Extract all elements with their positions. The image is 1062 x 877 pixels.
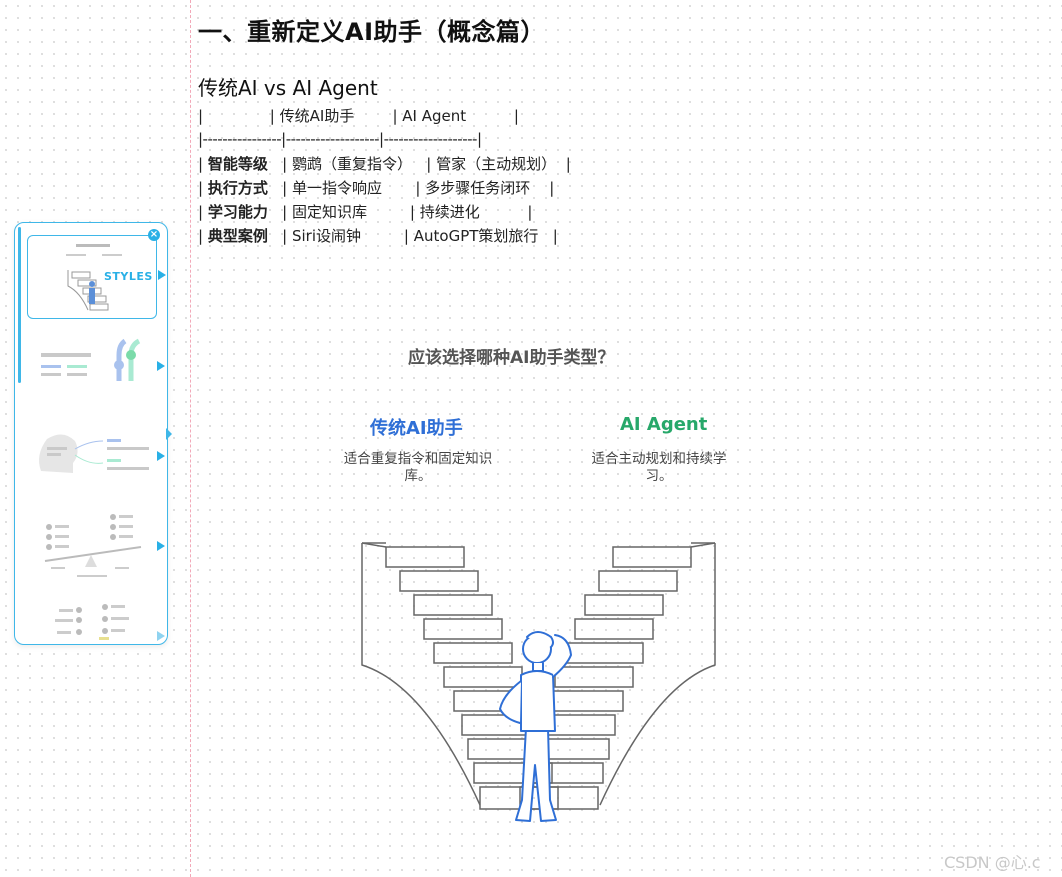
head-thumbnail-icon — [39, 434, 149, 473]
style-thumbnail[interactable] — [27, 415, 165, 497]
table-row: | 典型案例 | Siri设闹钟 | AutoGPT策划旅行 | — [198, 227, 558, 245]
style-panel: STYLES — [14, 222, 168, 645]
styles-label: STYLES — [104, 270, 153, 283]
row-label: 学习能力 — [207, 203, 268, 221]
style-thumbnail[interactable] — [27, 325, 165, 407]
table-row: | 执行方式 | 单一指令响应 | 多步骤任务闭环 | — [198, 179, 555, 197]
page-margin-guide — [190, 0, 191, 877]
paths-thumbnail-icon — [41, 338, 141, 381]
next-arrow-icon — [157, 631, 165, 641]
close-icon[interactable]: × — [148, 229, 160, 241]
option-agent-title: AI Agent — [620, 414, 708, 435]
row-cell: 鹦鹉（重复指令） — [291, 155, 412, 173]
style-thumbnail-selected[interactable]: STYLES — [27, 235, 166, 319]
section-subtitle: 传统AI vs AI Agent — [198, 76, 378, 100]
next-arrow-icon — [157, 361, 165, 371]
table-header-line: | | 传统AI助手 | AI Agent | — [198, 107, 519, 125]
row-label: 典型案例 — [207, 227, 268, 245]
row-cell: 持续进化 — [419, 203, 480, 221]
row-cell: 管家（主动规划） — [436, 155, 557, 173]
style-thumbnail[interactable] — [27, 505, 165, 587]
option-agent-desc: 适合主动规划和持续学习。 — [591, 451, 727, 484]
panel-scrollbar[interactable] — [18, 227, 21, 383]
person-at-two-staircases-icon — [361, 542, 716, 822]
row-label: 执行方式 — [207, 179, 268, 197]
option-traditional-title: 传统AI助手 — [370, 418, 463, 439]
panel-pointer-icon — [166, 428, 172, 440]
balance-thumbnail-icon — [44, 514, 142, 577]
next-arrow-icon — [157, 541, 165, 551]
watermark: CSDN @心.c — [944, 853, 1041, 872]
next-arrow-icon — [157, 451, 165, 461]
table-row: | 智能等级 | 鹦鹉（重复指令） | 管家（主动规划） | — [198, 155, 571, 173]
style-thumbnail[interactable] — [27, 595, 165, 644]
table-separator-line: |----------------|-------------------|--… — [198, 130, 482, 148]
row-cell: 固定知识库 — [291, 203, 367, 221]
list-thumbnail-icon — [55, 604, 129, 640]
row-cell: Siri设闹钟 — [291, 227, 362, 245]
infographic-question: 应该选择哪种AI助手类型？ — [408, 348, 615, 368]
next-arrow-icon — [158, 270, 166, 280]
option-traditional-desc: 适合重复指令和固定知识库。 — [343, 451, 493, 484]
table-row: | 学习能力 | 固定知识库 | 持续进化 | — [198, 203, 533, 221]
row-label: 智能等级 — [207, 155, 268, 173]
page-title: 一、重新定义AI助手（概念篇） — [198, 18, 546, 46]
row-cell: 多步骤任务闭环 — [425, 179, 531, 197]
row-cell: AutoGPT策划旅行 — [413, 227, 539, 245]
row-cell: 单一指令响应 — [291, 179, 382, 197]
